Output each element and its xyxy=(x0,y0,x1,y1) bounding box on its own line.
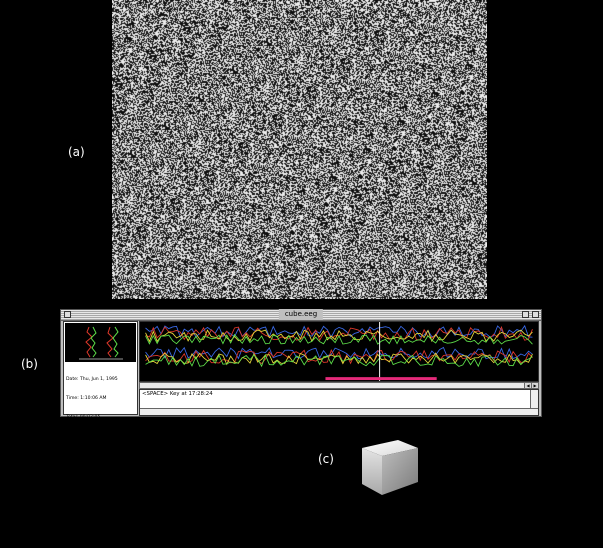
info-status: Status: PSE xyxy=(66,509,93,515)
log-horizontal-scrollbar[interactable] xyxy=(140,408,538,415)
info-att: Att: DOWN SuP xyxy=(66,490,101,496)
label-c: (c) xyxy=(318,452,334,466)
info-total: Total: 00:02:05 xyxy=(66,415,101,421)
window-title: cube.eeg xyxy=(278,309,324,320)
collapse-box-icon[interactable] xyxy=(532,311,539,318)
scroll-right-arrow-icon[interactable]: ▶ xyxy=(531,383,538,388)
trace-green-lower xyxy=(145,354,533,368)
selection-marker-bar[interactable] xyxy=(325,377,437,381)
info-elapsed: Elapsed: 00:01:10 xyxy=(66,471,108,477)
close-box-icon[interactable] xyxy=(64,311,71,318)
info-current: Current: 1:11:04 AM xyxy=(66,452,113,458)
info-text-count: Text: 2/2 xyxy=(66,529,86,535)
random-dot-stereogram xyxy=(112,0,487,299)
trace-horizontal-scrollbar[interactable]: ◀ ▶ xyxy=(139,382,539,389)
label-a: (a) xyxy=(68,145,85,159)
info-text: Date: Thu, Jun 1, 1995 Time: 1:10:06 AM … xyxy=(66,364,118,548)
cube-render xyxy=(362,440,418,495)
eeg-window: cube.eeg Date: Thu, Jun 1, 1995 Time: 1:… xyxy=(60,309,542,534)
info-pane: Date: Thu, Jun 1, 1995 Time: 1:10:06 AM … xyxy=(63,321,138,534)
signal-thumbnail xyxy=(65,323,136,362)
window-titlebar[interactable]: cube.eeg xyxy=(61,309,541,321)
event-log-pane[interactable]: <SPACE> Key at 17:28:24 xyxy=(139,389,539,416)
label-b: (b) xyxy=(21,357,38,371)
event-log-line: <SPACE> Key at 17:28:24 xyxy=(142,391,213,397)
trace-red-lower xyxy=(145,349,533,365)
info-date: Date: Thu, Jun 1, 1995 xyxy=(66,376,118,382)
info-time: Time: 1:10:06 AM xyxy=(66,396,107,402)
scroll-left-arrow-icon[interactable]: ◀ xyxy=(524,383,531,388)
eeg-trace-display[interactable] xyxy=(139,321,539,382)
zoom-box-icon[interactable] xyxy=(522,311,529,318)
